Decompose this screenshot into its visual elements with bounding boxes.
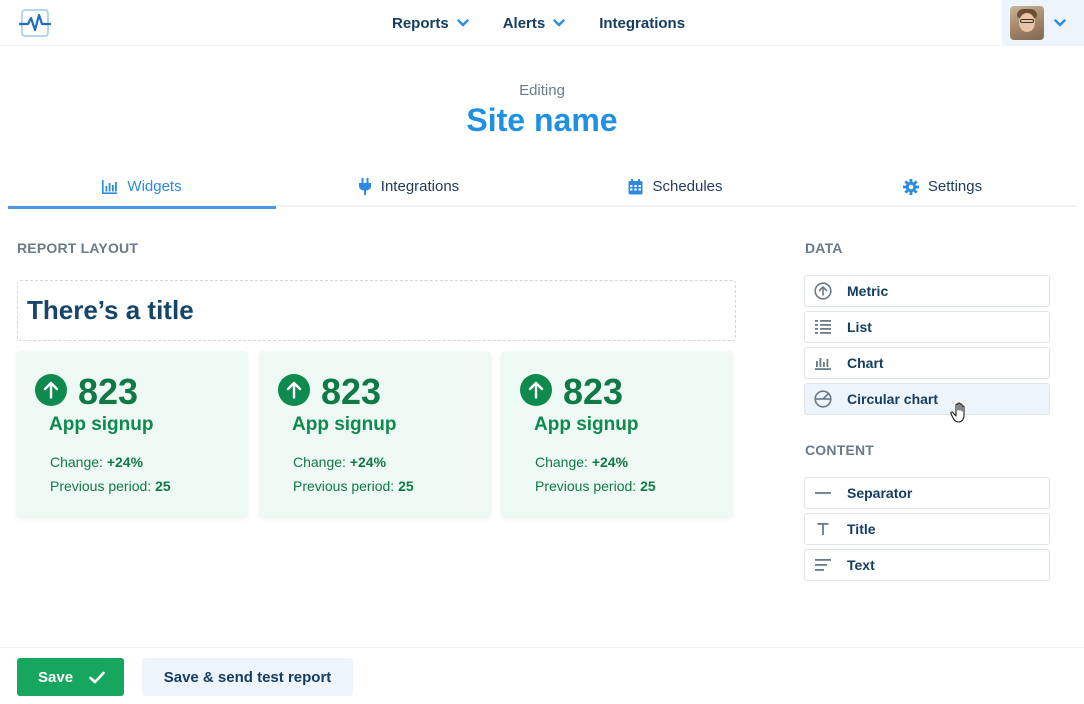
metric-previous: Previous period: 25 — [535, 478, 656, 494]
widget-circular-chart[interactable]: Circular chart — [804, 383, 1050, 415]
tab-integrations[interactable]: Integrations — [275, 166, 542, 207]
widget-list-label: List — [847, 319, 872, 335]
report-layout-label: REPORT LAYOUT — [17, 240, 139, 256]
title-t-icon — [814, 520, 832, 538]
chevron-down-icon — [456, 19, 469, 27]
list-icon — [814, 318, 832, 336]
pie-chart-icon — [814, 390, 832, 408]
metric-value: 823 — [78, 371, 139, 412]
tab-settings[interactable]: Settings — [809, 166, 1076, 207]
data-section-label: DATA — [805, 240, 843, 256]
bottom-action-bar: Save Save & send test report — [0, 647, 1084, 704]
metric-card[interactable]: 823 App signup Change: +24% Previous per… — [501, 351, 733, 517]
save-send-test-button[interactable]: Save & send test report — [142, 658, 353, 696]
plug-icon — [358, 178, 371, 195]
metric-card[interactable]: 823 App signup Change: +24% Previous per… — [16, 351, 248, 517]
avatar — [1010, 6, 1044, 40]
widget-chart-label: Chart — [847, 355, 884, 371]
editing-label: Editing — [519, 82, 565, 99]
widget-separator[interactable]: Separator — [804, 477, 1050, 509]
tab-widgets[interactable]: Widgets — [8, 166, 276, 209]
metric-card[interactable]: 823 App signup Change: +24% Previous per… — [259, 351, 491, 517]
widget-text-label: Text — [847, 557, 875, 573]
arrow-up-circle-icon — [814, 282, 832, 300]
metric-change: Change: +24% — [293, 454, 387, 470]
save-send-test-label: Save & send test report — [163, 668, 332, 686]
text-lines-icon — [814, 556, 832, 574]
top-navbar: Reports Alerts Integrations — [0, 0, 1084, 46]
page-title: Site name — [466, 102, 618, 138]
widget-circular-chart-label: Circular chart — [847, 391, 939, 407]
metric-change: Change: +24% — [50, 454, 144, 470]
tab-schedules[interactable]: Schedules — [542, 166, 809, 207]
arrow-up-circle-icon — [278, 374, 310, 406]
widget-list[interactable]: List — [804, 311, 1050, 343]
widget-metric[interactable]: Metric — [804, 275, 1050, 307]
widget-title[interactable]: Title — [804, 513, 1050, 545]
widget-separator-label: Separator — [847, 485, 913, 501]
widget-title-label: Title — [847, 521, 876, 537]
pulse-logo-icon[interactable] — [19, 9, 51, 37]
chevron-down-icon — [1054, 19, 1066, 27]
nav-integrations-label: Integrations — [599, 14, 686, 32]
bar-chart-icon — [102, 179, 118, 194]
widget-metric-label: Metric — [847, 283, 889, 299]
bar-chart-icon — [814, 354, 832, 372]
tab-schedules-label: Schedules — [652, 178, 723, 195]
metric-name: App signup — [534, 414, 639, 435]
metric-value: 823 — [321, 371, 382, 412]
chevron-down-icon — [553, 19, 565, 27]
title-widget[interactable]: There’s a title — [17, 280, 736, 341]
hand-cursor-icon — [950, 402, 965, 423]
separator-icon — [814, 484, 832, 502]
metric-previous: Previous period: 25 — [293, 478, 414, 494]
nav-alerts[interactable]: Alerts — [503, 15, 566, 32]
checkmark-icon — [89, 671, 105, 683]
arrow-up-circle-icon — [520, 374, 552, 406]
nav-alerts-label: Alerts — [502, 14, 546, 32]
metric-previous: Previous period: 25 — [50, 478, 171, 494]
nav-integrations[interactable]: Integrations — [599, 15, 685, 32]
tab-settings-label: Settings — [927, 178, 983, 195]
widget-text[interactable]: Text — [804, 549, 1050, 581]
main-nav: Reports Alerts Integrations — [392, 0, 719, 46]
title-widget-text: There’s a title — [27, 295, 194, 325]
calendar-icon — [628, 178, 643, 194]
tab-integrations-label: Integrations — [380, 178, 460, 195]
content-section-label: CONTENT — [805, 442, 875, 458]
metric-value: 823 — [563, 371, 624, 412]
tab-bar: Widgets Integrations Schedules Settings — [8, 166, 1076, 209]
gear-icon — [902, 178, 919, 195]
user-menu[interactable] — [1002, 0, 1084, 46]
arrow-up-circle-icon — [35, 374, 67, 406]
widget-chart[interactable]: Chart — [804, 347, 1050, 379]
tab-widgets-label: Widgets — [127, 178, 182, 195]
save-button-label: Save — [38, 668, 74, 686]
nav-reports[interactable]: Reports — [392, 15, 469, 32]
save-button[interactable]: Save — [17, 658, 124, 696]
metric-change: Change: +24% — [535, 454, 629, 470]
metric-name: App signup — [49, 414, 154, 435]
metric-name: App signup — [292, 414, 397, 435]
nav-reports-label: Reports — [392, 14, 449, 32]
